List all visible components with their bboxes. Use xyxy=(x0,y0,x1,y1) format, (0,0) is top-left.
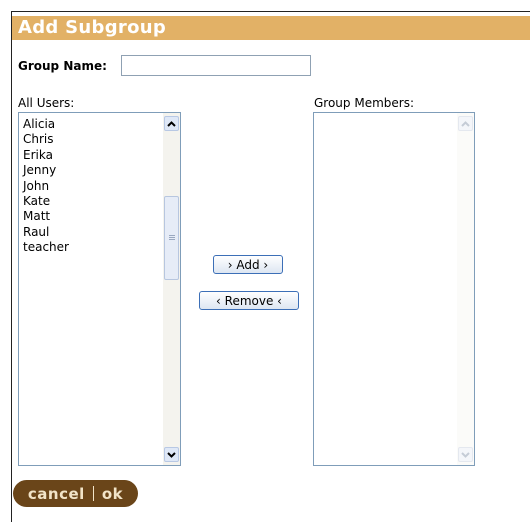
list-item[interactable]: Alicia xyxy=(23,117,69,132)
scroll-up-arrow-icon xyxy=(458,116,473,131)
all-users-list: Alicia Chris Erika Jenny John Kate Matt … xyxy=(23,117,69,256)
all-users-scrollbar[interactable] xyxy=(163,113,180,465)
list-item[interactable]: John xyxy=(23,179,69,194)
group-members-label: Group Members: xyxy=(314,96,415,110)
cancel-button[interactable]: cancel xyxy=(28,485,85,503)
scroll-grip-line xyxy=(169,239,175,240)
list-item[interactable]: Erika xyxy=(23,148,69,163)
dialog-title-bar: Add Subgroup xyxy=(12,16,530,40)
footer-divider xyxy=(92,486,94,501)
list-item[interactable]: teacher xyxy=(23,240,69,255)
remove-button[interactable]: ‹ Remove ‹ xyxy=(199,291,299,310)
scroll-up-arrow-icon[interactable] xyxy=(164,116,179,131)
scroll-grip-icon xyxy=(169,235,175,236)
scroll-thumb[interactable] xyxy=(164,196,179,280)
list-item[interactable]: Raul xyxy=(23,225,69,240)
scroll-grip-line xyxy=(169,237,175,238)
list-item[interactable]: Jenny xyxy=(23,163,69,178)
group-name-input[interactable] xyxy=(121,55,311,76)
all-users-label: All Users: xyxy=(18,96,75,110)
list-item[interactable]: Matt xyxy=(23,209,69,224)
group-members-listbox[interactable] xyxy=(313,112,475,466)
group-name-label: Group Name: xyxy=(18,59,107,73)
scroll-down-arrow-icon[interactable] xyxy=(164,447,179,462)
add-button[interactable]: › Add › xyxy=(213,255,283,274)
group-members-scrollbar[interactable] xyxy=(457,113,474,465)
all-users-listbox[interactable]: Alicia Chris Erika Jenny John Kate Matt … xyxy=(18,112,181,466)
dialog-title: Add Subgroup xyxy=(18,17,167,38)
scroll-down-arrow-icon xyxy=(458,447,473,462)
list-item[interactable]: Chris xyxy=(23,132,69,147)
list-item[interactable]: Kate xyxy=(23,194,69,209)
footer-actions: cancel ok xyxy=(13,480,138,507)
ok-button[interactable]: ok xyxy=(102,485,123,503)
